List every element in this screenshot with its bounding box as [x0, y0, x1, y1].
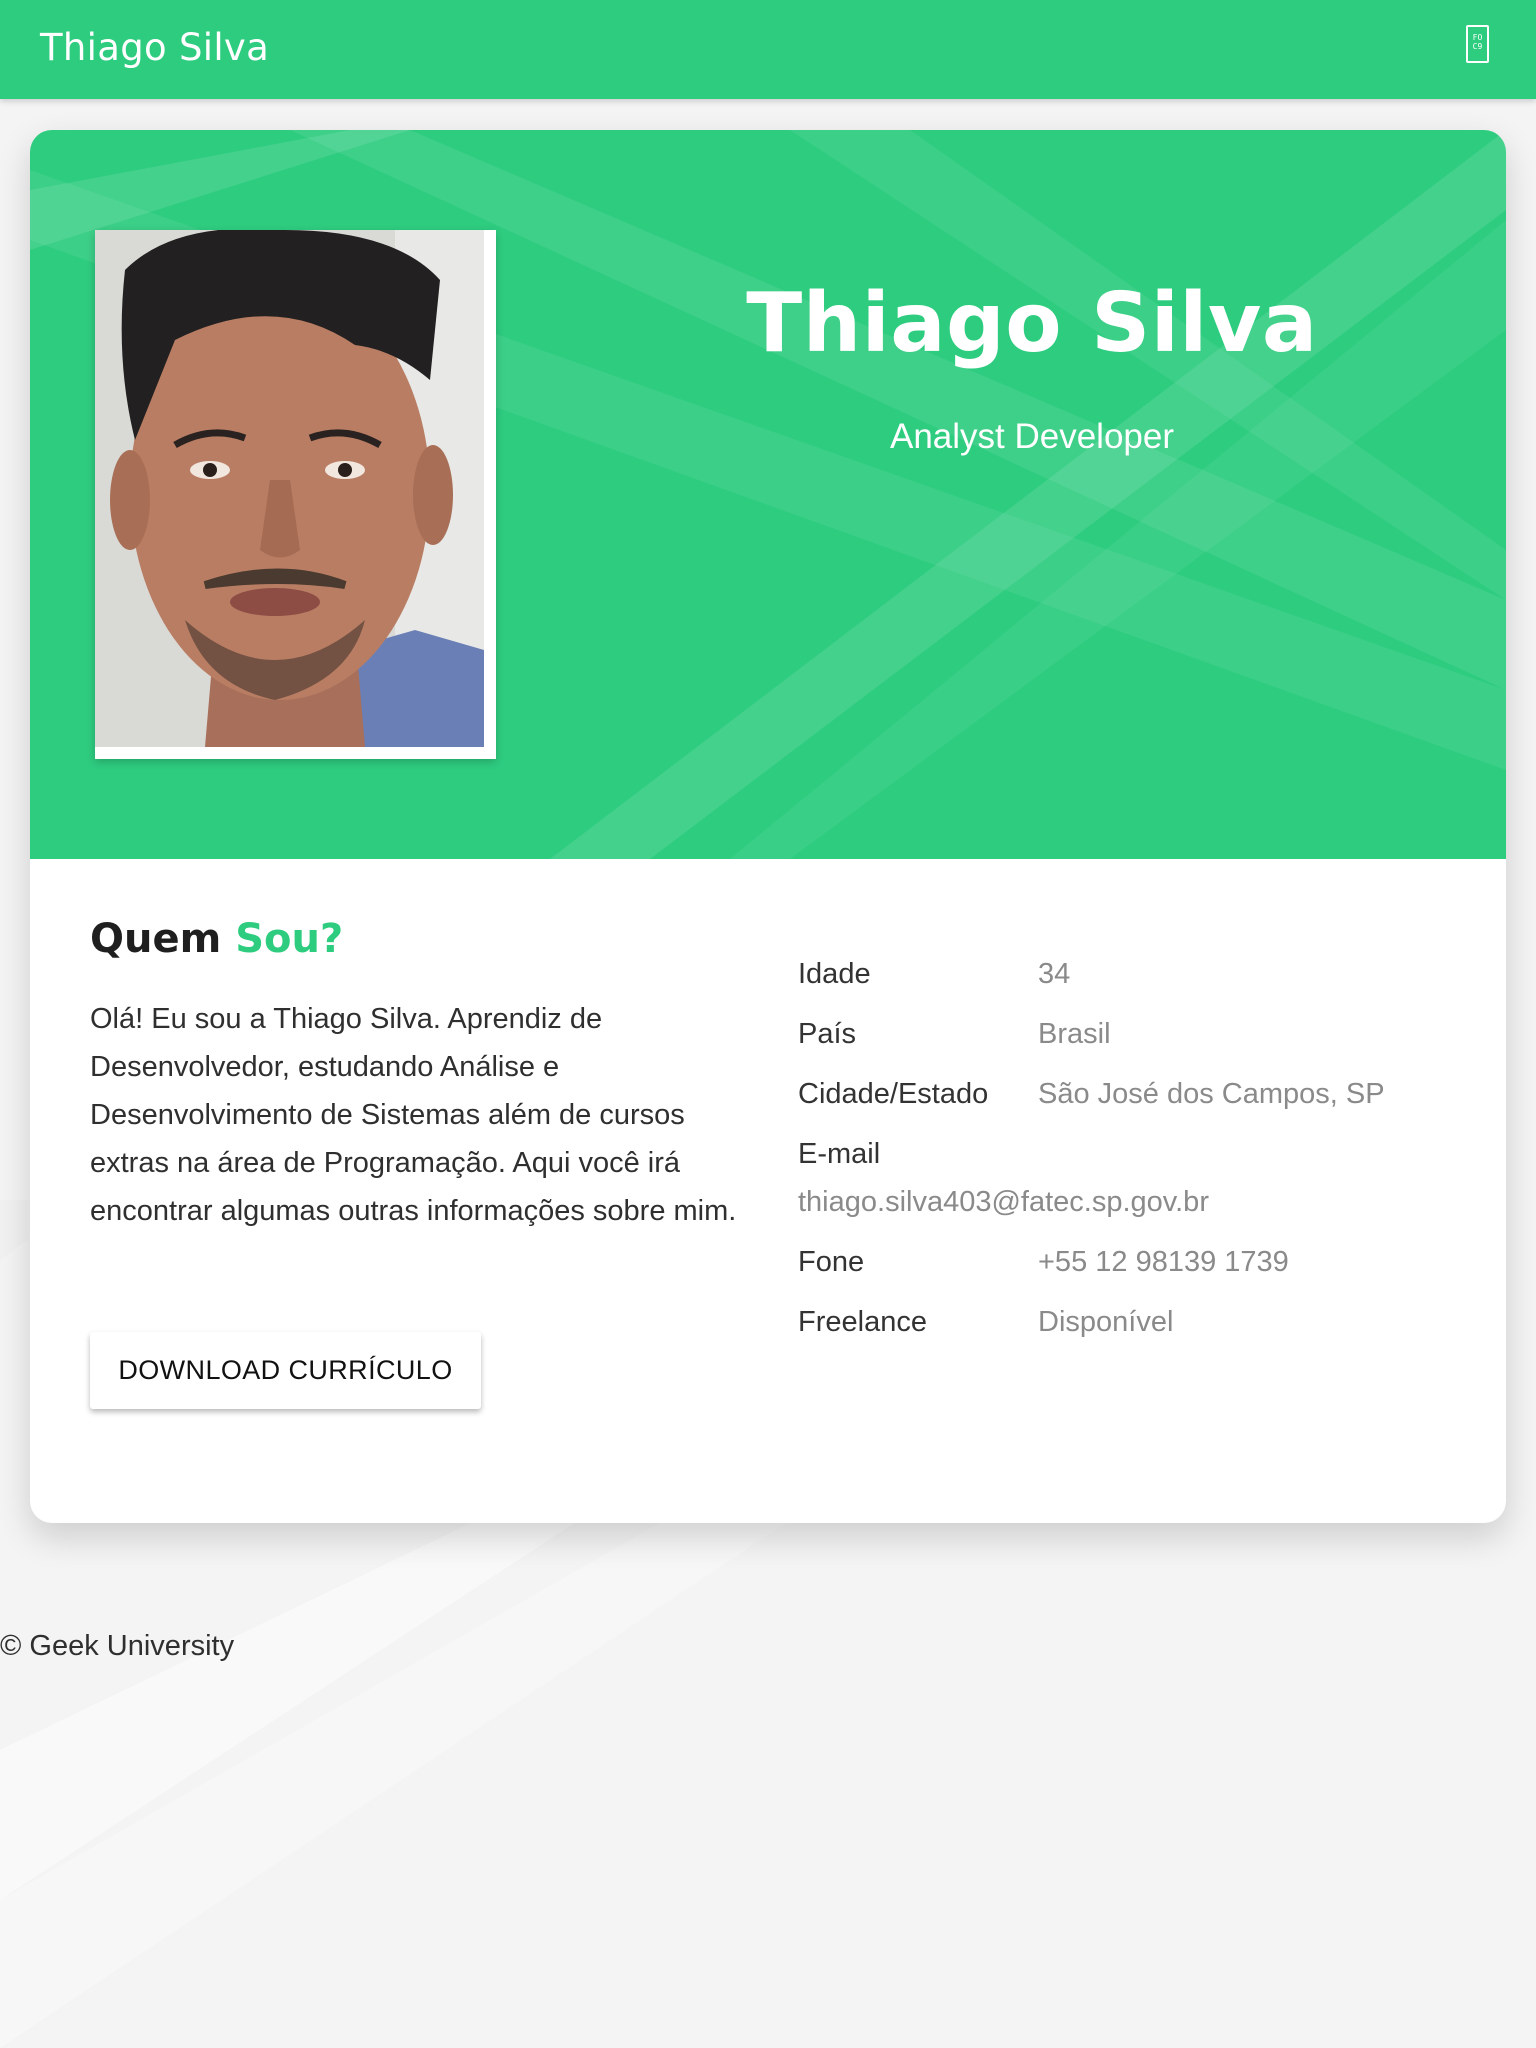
- top-navbar: Thiago Silva FO C9: [0, 0, 1536, 99]
- about-title-accent: Sou?: [235, 916, 344, 962]
- profile-photo: [95, 230, 496, 759]
- menu-icon[interactable]: FO C9: [1466, 25, 1489, 63]
- info-value: São José dos Campos, SP: [1038, 1078, 1385, 1110]
- footer-copyright: © Geek University: [0, 1630, 235, 1662]
- info-label: País: [798, 1018, 857, 1050]
- info-value: Brasil: [1038, 1018, 1111, 1050]
- hero-banner: Thiago Silva Analyst Developer: [30, 130, 1506, 859]
- about-title-main: Quem: [90, 916, 222, 962]
- hero-role: Analyst Developer: [889, 417, 1175, 456]
- info-value: 34: [1038, 958, 1071, 990]
- info-label: Fone: [798, 1246, 865, 1278]
- info-label: E-mail: [798, 1138, 881, 1170]
- info-label: Cidade/Estado: [798, 1078, 989, 1110]
- info-value: Disponível: [1038, 1306, 1174, 1338]
- about-title: Quem Sou?: [90, 916, 343, 962]
- download-resume-button[interactable]: DOWNLOAD CURRÍCULO: [90, 1332, 481, 1409]
- hero-name: Thiago Silva: [746, 276, 1318, 371]
- info-value-email[interactable]: thiago.silva403@fatec.sp.gov.br: [798, 1186, 1209, 1219]
- about-paragraph: Olá! Eu sou a Thiago Silva. Aprendiz de …: [90, 1003, 737, 1227]
- profile-photo-image: [95, 230, 484, 747]
- info-label: Freelance: [798, 1306, 927, 1338]
- profile-card: Thiago Silva Analyst Developer Quem Sou?…: [30, 130, 1506, 1523]
- info-label: Idade: [798, 958, 871, 990]
- brand-title[interactable]: Thiago Silva: [40, 26, 269, 69]
- info-value: +55 12 98139 1739: [1038, 1246, 1289, 1278]
